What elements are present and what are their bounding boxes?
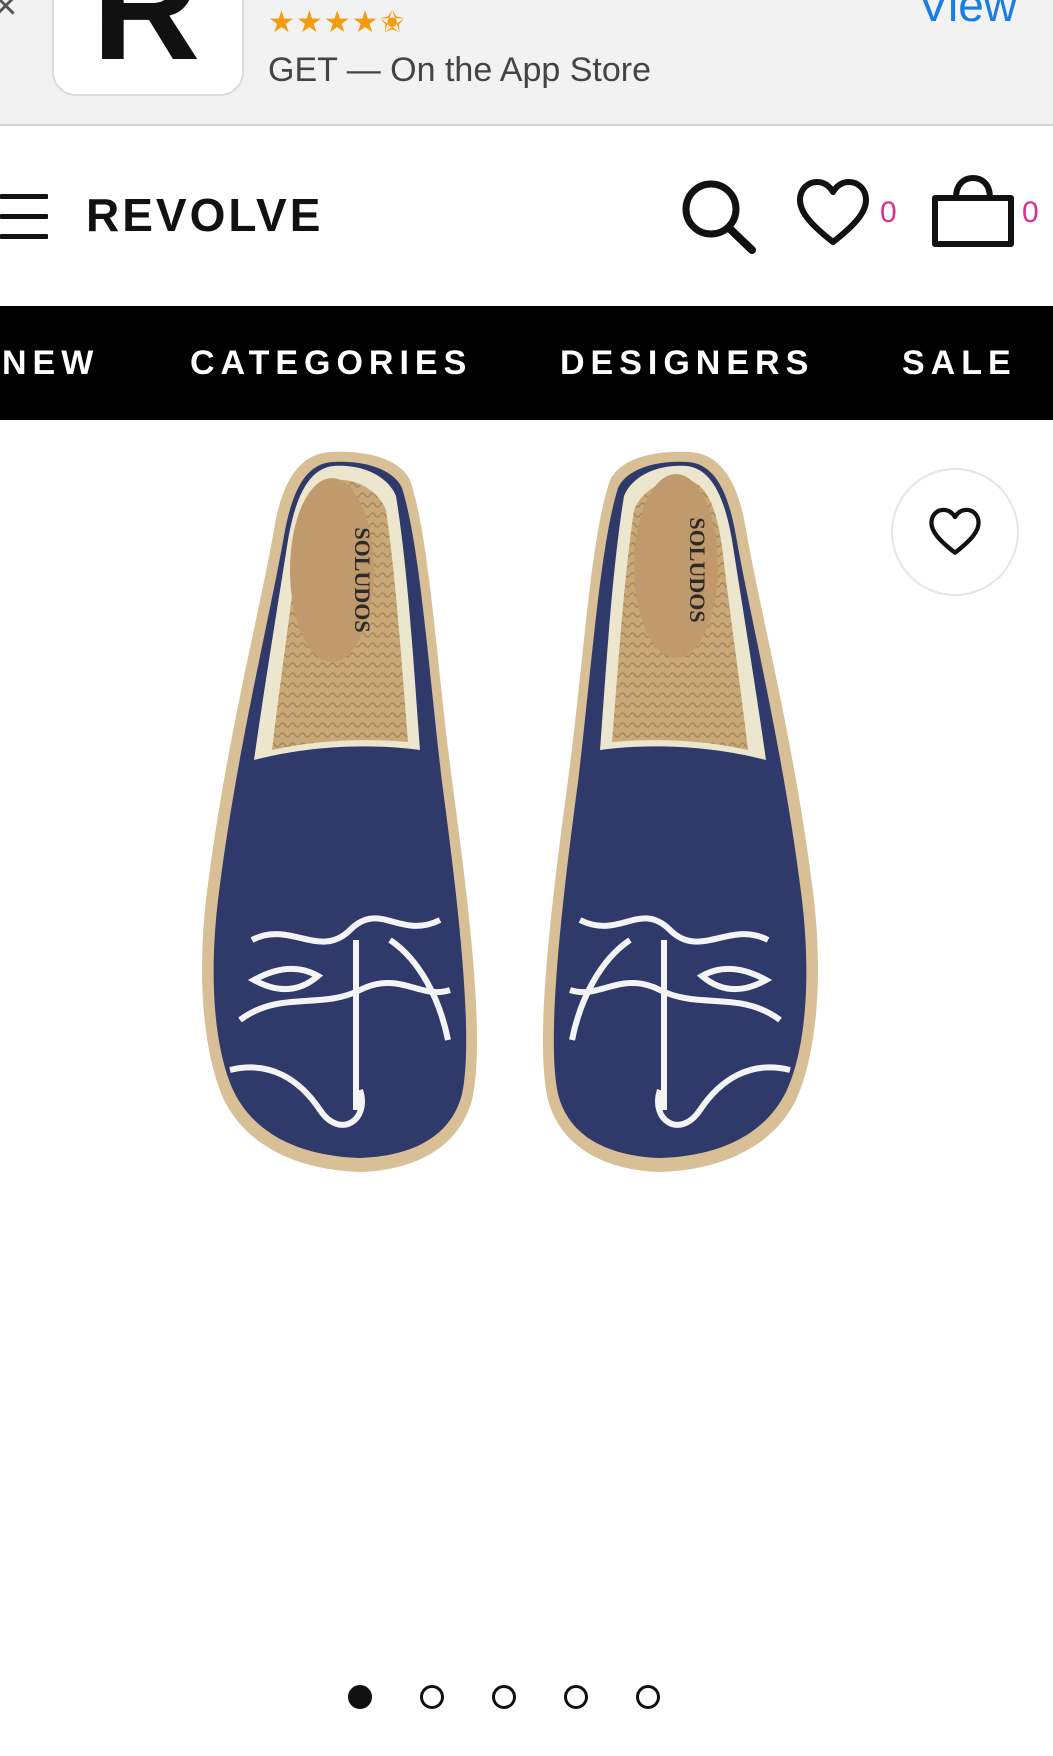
cart-count: 0	[1022, 196, 1039, 229]
right-shoe: SOLUDOS	[542, 451, 818, 1172]
app-icon-logo-letter: R	[92, 0, 201, 91]
view-app-link[interactable]: View	[918, 0, 1017, 28]
category-nav: NEW CATEGORIES DESIGNERS SALE	[0, 306, 1053, 420]
search-button[interactable]	[678, 176, 760, 256]
insole-brand-text: SOLUDOS	[685, 517, 710, 622]
heart-icon	[929, 507, 981, 555]
shopping-bag-icon	[932, 174, 1014, 247]
app-icon[interactable]: R	[52, 0, 244, 96]
left-shoe: SOLUDOS	[202, 451, 478, 1172]
carousel-dot[interactable]	[564, 1685, 588, 1709]
nav-item-new[interactable]: NEW	[2, 346, 99, 380]
search-icon	[682, 180, 756, 254]
hamburger-icon[interactable]	[0, 190, 50, 242]
brand-logo[interactable]: REVOLVE	[86, 192, 323, 238]
app-rating-stars: ★★★★✬	[268, 6, 406, 39]
site-header: REVOLVE 0 0	[0, 128, 1053, 306]
carousel-dot[interactable]	[636, 1685, 660, 1709]
carousel-dot[interactable]	[420, 1685, 444, 1709]
wishlist-count: 0	[880, 196, 897, 229]
heart-icon	[797, 179, 869, 245]
app-store-cta: GET — On the App Store	[268, 51, 652, 89]
insole-brand-text: SOLUDOS	[350, 527, 375, 632]
add-to-favorites-button[interactable]	[891, 468, 1019, 596]
nav-item-sale[interactable]: SALE	[902, 346, 1017, 380]
wishlist-button[interactable]: 0	[796, 178, 897, 258]
carousel-dot[interactable]	[492, 1685, 516, 1709]
cart-button[interactable]: 0	[930, 174, 1053, 258]
product-gallery: SOLUDOS SOLUDOS	[0, 420, 1053, 1756]
nav-item-categories[interactable]: CATEGORIES	[190, 346, 472, 380]
close-icon[interactable]: ×	[0, 0, 17, 26]
nav-item-designers[interactable]: DESIGNERS	[560, 346, 814, 380]
app-store-banner: × R ★★★★✬ GET — On the App Store View	[0, 0, 1053, 126]
carousel-dot[interactable]	[348, 1685, 372, 1709]
